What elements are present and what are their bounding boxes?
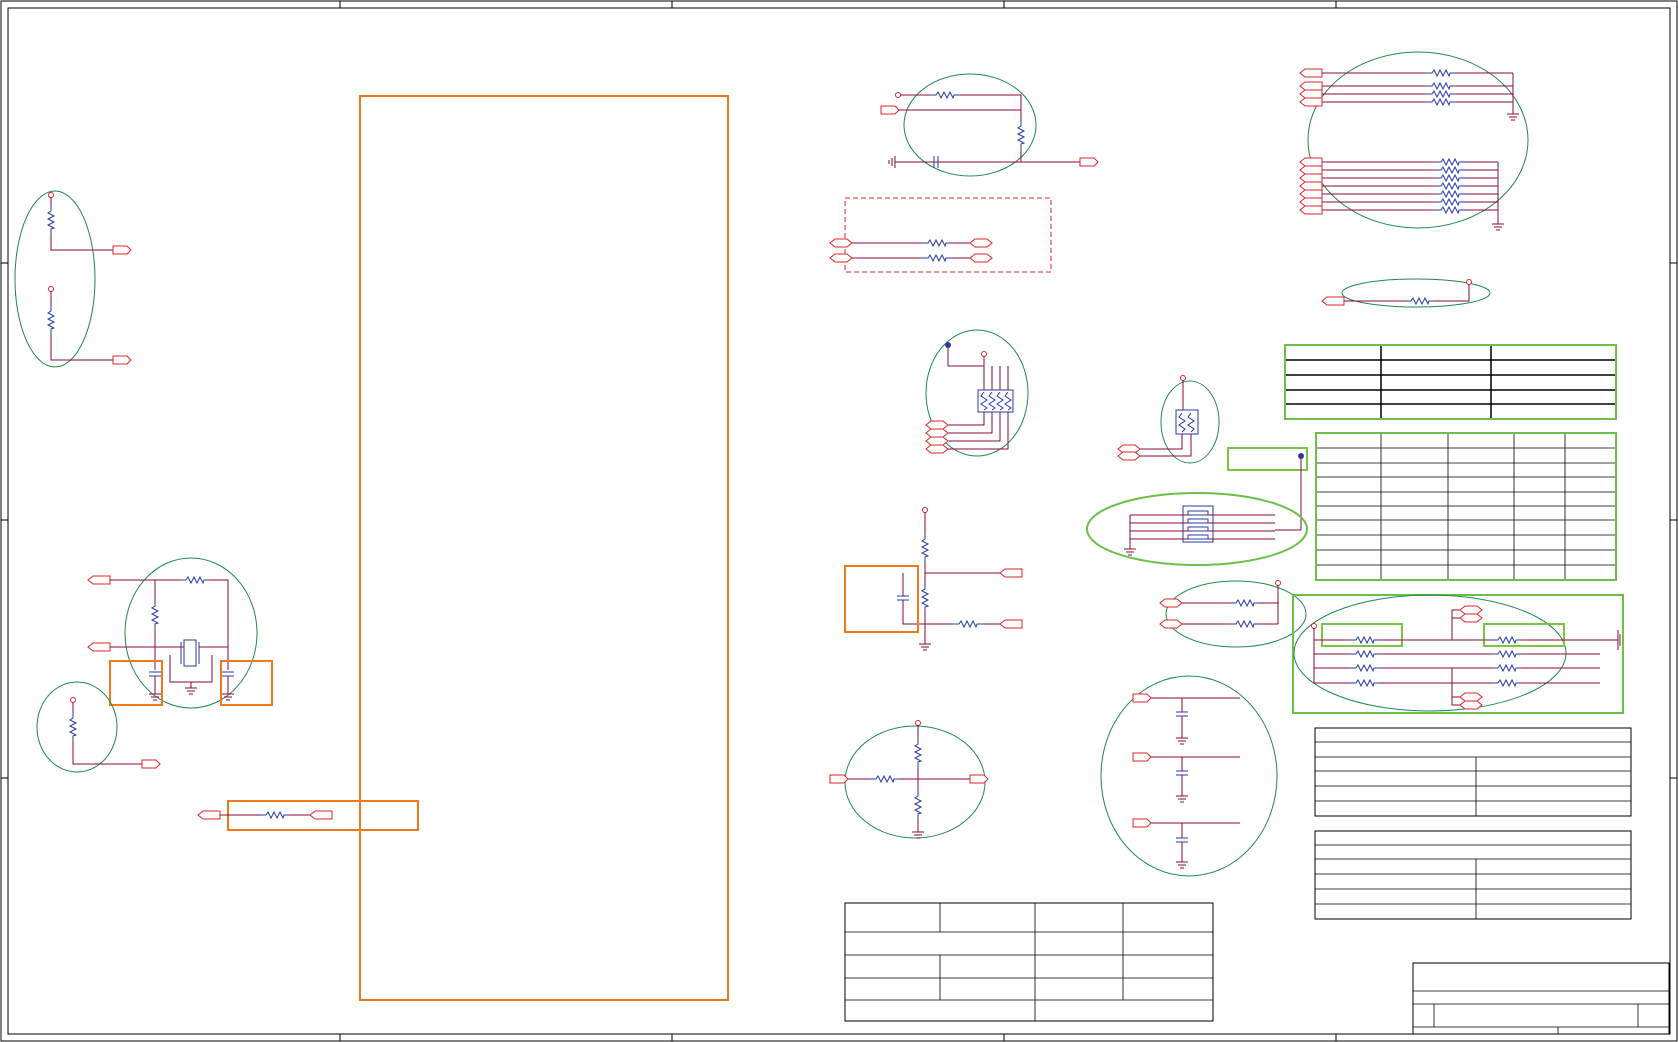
- voltage-divider-group: [844, 507, 1023, 651]
- series-resistor-highlight: [197, 800, 419, 831]
- resistor-network-group: [925, 329, 1029, 457]
- revision-table: [844, 902, 1214, 1022]
- left-pullup-group: [14, 190, 132, 368]
- config-table-2: [1315, 432, 1617, 581]
- single-pullup-ellipse: [1321, 278, 1491, 308]
- top-right-resistor-array: [1299, 51, 1529, 231]
- decoupling-caps-group: [1100, 675, 1278, 877]
- crystal-group: [87, 557, 273, 709]
- sheet-border: [0, 0, 1678, 1042]
- notes-table-b: [1314, 830, 1632, 920]
- main-ic-highlight: [359, 95, 729, 1001]
- small-rn-group: [1117, 375, 1220, 464]
- resistor-bus-group: [1292, 594, 1624, 714]
- bottom-divider-group: [829, 720, 989, 839]
- left-bottom-pullup: [36, 681, 161, 773]
- pullup-pair-group: [1159, 580, 1307, 648]
- config-table-1: [1284, 344, 1617, 420]
- title-block: [1412, 962, 1670, 1035]
- schematic-sheet: [0, 0, 1678, 1042]
- dip-switch-group: [1086, 492, 1308, 566]
- notes-table-a: [1314, 727, 1632, 817]
- rc-filter-group: [880, 73, 1099, 177]
- green-highlight-net: [1227, 447, 1308, 530]
- dashed-option-box: [829, 197, 1052, 273]
